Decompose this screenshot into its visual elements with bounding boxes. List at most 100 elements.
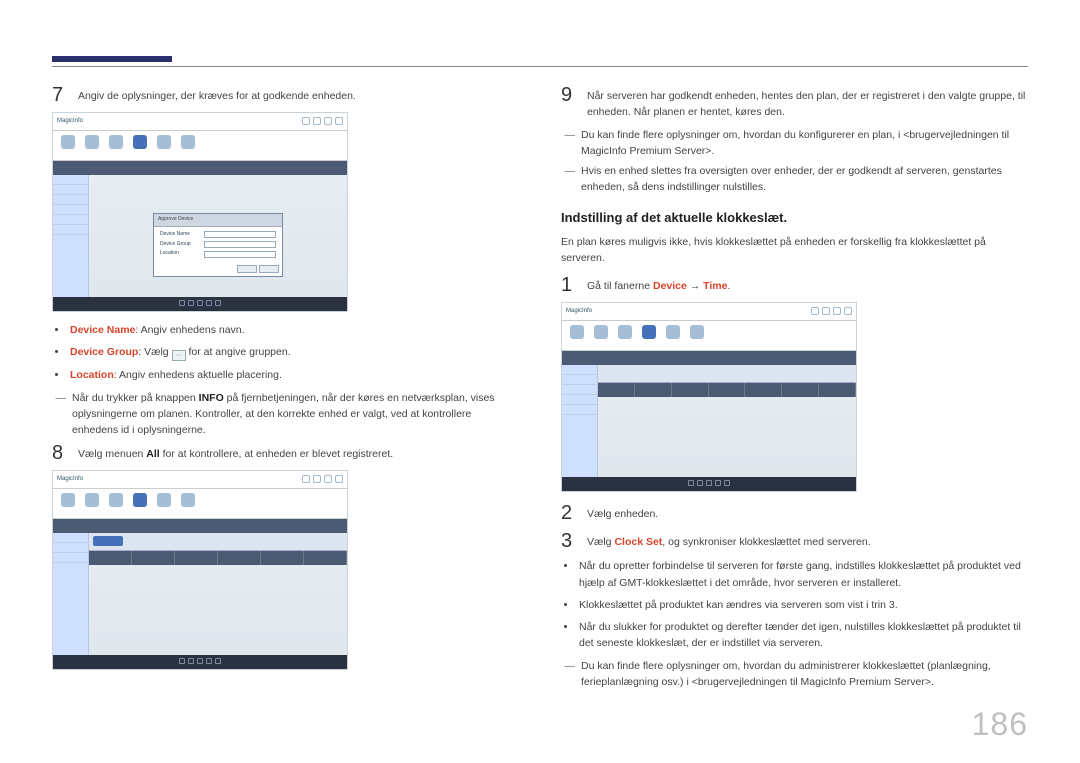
bullet-list: Device Name: Angiv enhedens navn. Device…: [68, 322, 519, 384]
dash-mark: ―: [561, 658, 575, 691]
dialog-label: Device Group: [160, 241, 200, 249]
step-8: 8 Vælg menuen All for at kontrollere, at…: [52, 442, 519, 464]
list-item: Location: Angiv enhedens aktuelle placer…: [68, 367, 519, 383]
note-dash: ― Hvis en enhed slettes fra oversigten o…: [561, 163, 1028, 196]
dialog-buttons: [237, 265, 279, 273]
step-text: Vælg menuen All for at kontrollere, at e…: [78, 442, 393, 464]
toolbar-icon: [85, 493, 99, 507]
text: : Angiv enhedens navn.: [135, 324, 244, 336]
shot-bar: [562, 351, 856, 365]
shot-button: [93, 536, 123, 546]
red-label: Time: [703, 280, 727, 292]
text: for at angive gruppen.: [186, 346, 291, 358]
shot-sidebar: [562, 365, 598, 477]
note-text: Når du trykker på knappen INFO på fjernb…: [72, 390, 519, 439]
step-text: Gå til fanerne Device → Time.: [587, 274, 730, 296]
dialog-field: [204, 251, 276, 258]
header-accent-bar: [52, 56, 172, 62]
dialog-label: Device Name: [160, 231, 200, 239]
step-number: 1: [561, 274, 577, 296]
step-number: 8: [52, 442, 68, 464]
toolbar-icon: [133, 135, 147, 149]
section-heading: Indstilling af det aktuelle klokkeslæt.: [561, 208, 1028, 228]
left-column: 7 Angiv de oplysninger, der kræves for a…: [52, 56, 519, 694]
shot-top-right: [811, 307, 852, 315]
step-text: Når serveren har godkendt enheden, hente…: [587, 84, 1028, 121]
toolbar-icon: [133, 493, 147, 507]
dialog-header: Approve Device: [154, 214, 282, 227]
dialog-field: [204, 241, 276, 248]
screenshot-device-approve: MagicInfo Approve Device Device Name Dev…: [52, 112, 348, 312]
right-column: 9 Når serveren har godkendt enheden, hen…: [561, 56, 1028, 694]
dash-mark: ―: [561, 163, 575, 196]
step-number: 3: [561, 530, 577, 552]
toolbar-icon: [666, 325, 680, 339]
dialog-label: Location: [160, 250, 200, 258]
toolbar-icon: [109, 135, 123, 149]
shot-toolbar: [53, 131, 347, 161]
text: , og synkroniser klokkeslættet med serve…: [662, 536, 870, 548]
shot-top-right: [302, 475, 343, 483]
shot-sidebar: [53, 175, 89, 297]
shot-bar: [53, 161, 347, 175]
toolbar-icon: [690, 325, 704, 339]
header-divider: [52, 66, 1028, 67]
toolbar-icon: [109, 493, 123, 507]
dialog-field: [204, 231, 276, 238]
text: Gå til fanerne: [587, 280, 653, 292]
red-label: Device Name: [70, 324, 135, 336]
shot-bar: [53, 519, 347, 533]
page-body: 7 Angiv de oplysninger, der kræves for a…: [0, 0, 1080, 724]
toolbar-icon: [181, 135, 195, 149]
shot-footer: [53, 297, 347, 311]
shot-listarea: [89, 533, 347, 551]
step-2: 2 Vælg enheden.: [561, 502, 1028, 524]
text: : Angiv enhedens aktuelle placering.: [114, 369, 282, 381]
toolbar-icon: [618, 325, 632, 339]
note-text: Du kan finde flere oplysninger om, hvord…: [581, 658, 1028, 691]
bold-text: INFO: [199, 392, 224, 404]
step-9: 9 Når serveren har godkendt enheden, hen…: [561, 84, 1028, 121]
shot-listarea: [598, 365, 856, 383]
list-item: Klokkeslættet på produktet kan ændres vi…: [577, 597, 1028, 613]
red-label: Device Group: [70, 346, 138, 358]
toolbar-icon: [181, 493, 195, 507]
screenshot-device-time: MagicInfo: [561, 302, 857, 492]
note-text: Du kan finde flere oplysninger om, hvord…: [581, 127, 1028, 160]
list-item: Når du opretter forbindelse til serveren…: [577, 558, 1028, 591]
list-item: Device Group: Vælg ··· for at angive gru…: [68, 344, 519, 361]
bold-text: All: [146, 448, 159, 460]
toolbar-icon: [570, 325, 584, 339]
bullet-list: Når du opretter forbindelse til serveren…: [577, 558, 1028, 651]
list-item: Device Name: Angiv enhedens navn.: [68, 322, 519, 338]
text: .: [727, 280, 730, 292]
note-dash: ― Du kan finde flere oplysninger om, hvo…: [561, 127, 1028, 160]
step-text: Vælg enheden.: [587, 502, 658, 524]
step-3: 3 Vælg Clock Set, og synkroniser klokkes…: [561, 530, 1028, 552]
shot-toolbar: [53, 489, 347, 519]
step-text: Angiv de oplysninger, der kræves for at …: [78, 84, 356, 106]
step-1: 1 Gå til fanerne Device → Time.: [561, 274, 1028, 296]
step-number: 2: [561, 502, 577, 524]
approve-dialog: Approve Device Device Name Device Group …: [153, 213, 283, 277]
screenshot-device-list: MagicInfo: [52, 470, 348, 670]
shot-footer: [53, 655, 347, 669]
dash-mark: ―: [52, 390, 66, 439]
list-item: Når du slukker for produktet og derefter…: [577, 619, 1028, 652]
group-select-icon: ···: [172, 350, 186, 361]
step-number: 9: [561, 84, 577, 121]
toolbar-icon: [85, 135, 99, 149]
note-dash: ― Når du trykker på knappen INFO på fjer…: [52, 390, 519, 439]
toolbar-icon: [157, 135, 171, 149]
red-label: Clock Set: [614, 536, 662, 548]
text: for at kontrollere, at enheden er blevet…: [160, 448, 393, 460]
note-text: Hvis en enhed slettes fra oversigten ove…: [581, 163, 1028, 196]
step-text: Vælg Clock Set, og synkroniser klokkeslæ…: [587, 530, 871, 552]
text: Når du trykker på knappen: [72, 392, 199, 404]
shot-top-right: [302, 117, 343, 125]
text: : Vælg: [138, 346, 171, 358]
text: Vælg menuen: [78, 448, 146, 460]
step-7: 7 Angiv de oplysninger, der kræves for a…: [52, 84, 519, 106]
shot-sidebar: [53, 533, 89, 655]
red-label: Location: [70, 369, 114, 381]
